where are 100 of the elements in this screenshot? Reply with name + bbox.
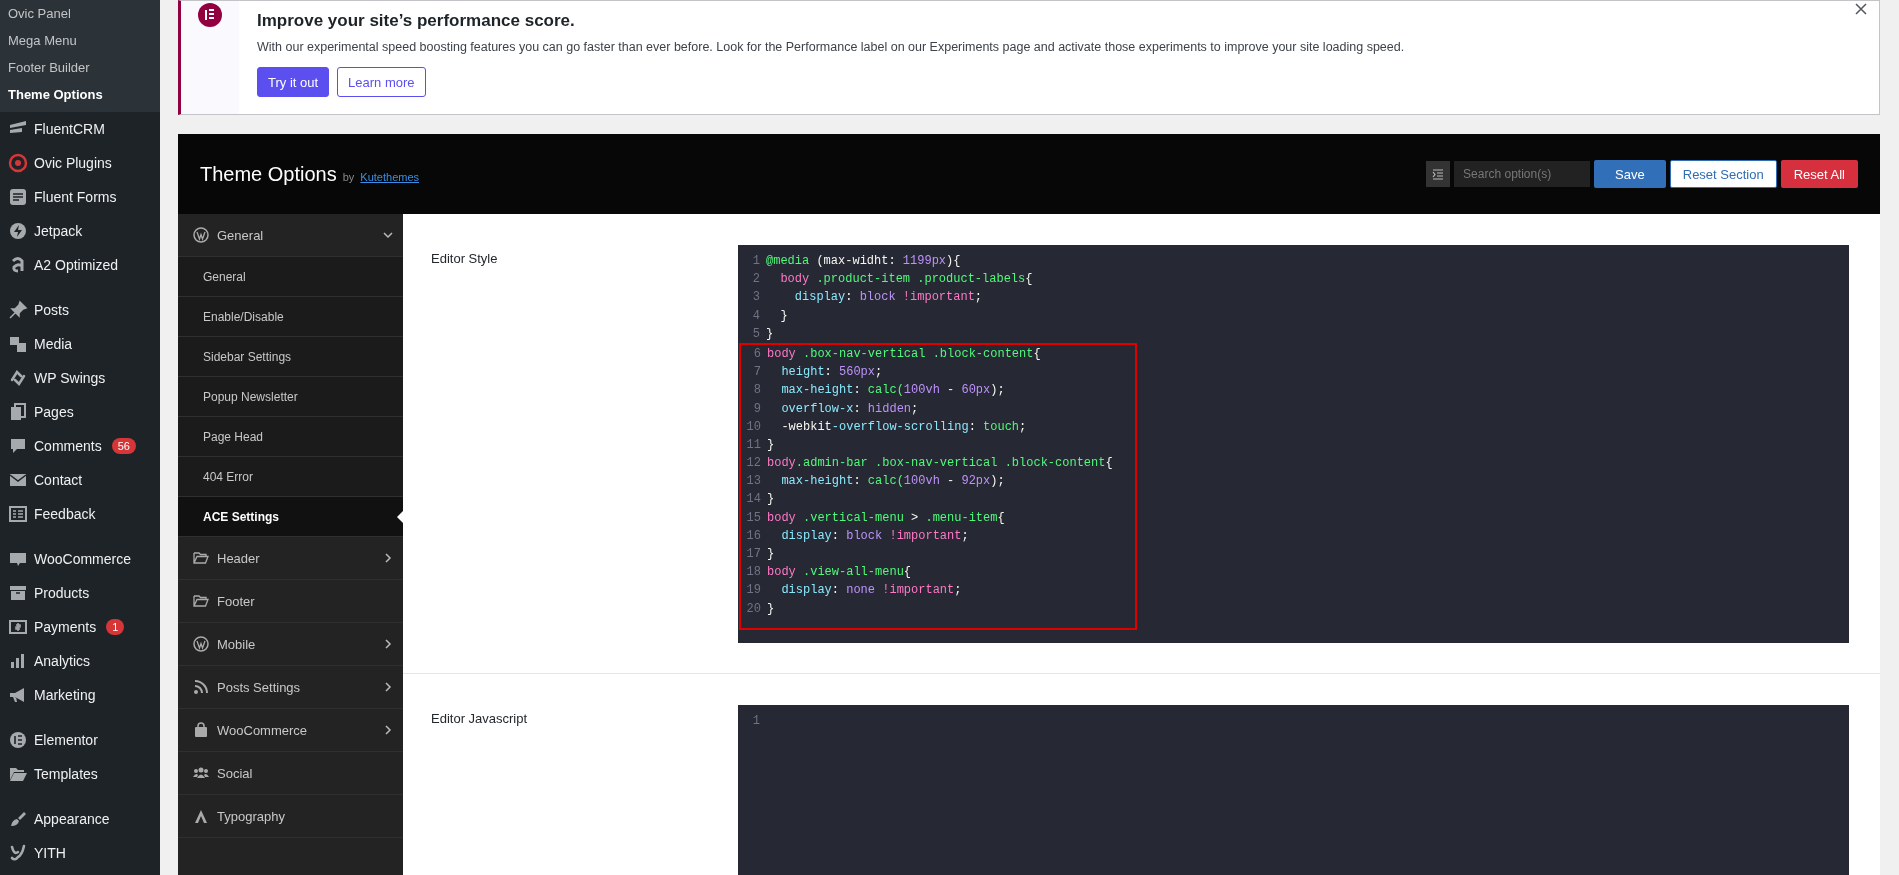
code-line: overflow-x: hidden; [780,400,919,418]
brush-icon [8,809,28,829]
code-line: } [767,546,775,563]
menu-item[interactable]: A2 Optimized [0,248,160,282]
menu-item[interactable]: Analytics [0,644,160,678]
menu-item[interactable]: Jetpack [0,214,160,248]
options-item[interactable]: Page Head [178,417,403,457]
byline: by [342,170,355,183]
menu-item[interactable]: Elementor [0,723,160,757]
archive-icon [8,583,28,603]
line-number: 11 [745,436,761,454]
menu-item[interactable]: Comments 56 [0,429,160,463]
reset-section-button[interactable]: Reset Section [1669,160,1777,188]
line-number: 5 [751,325,760,343]
menu-item[interactable]: YITH [0,836,160,870]
line-number: 7 [752,364,761,382]
line-number: 1 [751,253,760,270]
pin-icon [8,300,28,320]
pages-icon [8,402,28,422]
menu-item[interactable]: WP Swings [0,361,160,395]
menu-item[interactable]: Ovic Plugins [0,146,160,180]
target-icon [8,153,28,173]
menu-item[interactable]: Media [0,327,160,361]
author-link[interactable]: Kutethemes [360,170,420,183]
line-number: 20 [745,600,761,618]
folder-icon [193,550,209,566]
circle-logo-icon [193,227,209,243]
menu-item[interactable]: Payments 1 [0,610,160,644]
menu-item[interactable]: Fluent Forms [0,180,160,214]
form-icon [8,187,28,207]
code-line: display: block !important; [780,527,969,545]
line-number: 8 [752,382,761,400]
submenu-item[interactable]: Mega Menu [0,27,160,54]
options-item[interactable]: 404 Error [178,457,403,497]
bolt-icon [8,221,28,241]
field-label: Editor Javascript [431,710,529,728]
indent-icon [1432,168,1445,180]
code-line: body .product-item .product-labels{ [779,271,1033,289]
try-button[interactable]: Try it out [257,67,330,97]
menu-item[interactable]: WooCommerce [0,542,160,576]
list-icon [8,504,28,524]
code-line: @media (max-widht: 1199px){ [766,253,961,270]
options-item[interactable]: ACE Settings [178,497,403,537]
circle-logo-icon [193,636,209,652]
code-line: max-height: calc(100vh - 60px); [780,382,1005,400]
people-icon [193,765,209,781]
menu-item[interactable]: Posts [0,293,160,327]
code-line: } [767,436,775,454]
line-number: 15 [745,509,761,527]
code-line: body .vertical-menu > .menu-item{ [767,509,1005,527]
menu-item[interactable]: FluentCRM [0,112,160,146]
line-number: 2 [751,271,760,289]
notice-text: With our experimental speed boosting features you can go faster than ever before. Look for the Performance label on our Experiments page and activate those experiments to improve your site loading speed. [257,40,1405,54]
submenu-item[interactable]: Theme Options [0,81,160,108]
bag-icon [193,722,209,738]
page-title: Theme Options [200,162,337,186]
line-number: 18 [745,564,761,582]
media-icon [8,334,28,354]
menu-item[interactable]: Feedback [0,497,160,531]
code-editor[interactable] [738,245,1849,643]
expand-button[interactable] [1426,161,1451,187]
menu-item[interactable]: Products [0,576,160,610]
line-number: 17 [745,546,761,563]
line-number: 13 [745,473,761,491]
close-icon [1855,3,1867,15]
menu-item[interactable]: Marketing [0,678,160,712]
line-number: 19 [745,582,761,600]
menu-item[interactable]: Appearance [0,802,160,836]
search-field[interactable]: Search option(s) [1454,161,1591,187]
code-line: body.admin-bar .box-nav-vertical .block-content{ [767,455,1113,473]
line-number: 1 [751,713,760,730]
save-button[interactable]: Save [1594,160,1666,188]
triangle-icon [193,808,209,824]
learn-more-button[interactable]: Learn more [337,67,426,97]
line-number: 3 [751,289,760,307]
line-number: 4 [751,307,760,325]
menu-item[interactable]: Templates [0,757,160,791]
field-label: Editor Style [431,250,499,268]
circle-icon [8,730,28,750]
comment-icon [8,436,28,456]
options-item[interactable]: Popup Newsletter [178,377,403,417]
options-item[interactable]: Enable/Disable [178,297,403,337]
reset-all-button[interactable]: Reset All [1780,160,1858,188]
count-badge: 56 [111,438,136,454]
line-number: 10 [745,418,761,436]
line-number: 14 [745,491,761,509]
card-icon [8,617,28,637]
line-number: 12 [745,455,761,473]
submenu-item[interactable]: Footer Builder [0,54,160,81]
menu-item[interactable]: Contact [0,463,160,497]
options-item[interactable]: Sidebar Settings [178,337,403,377]
rss-icon [193,679,209,695]
count-badge: 1 [106,619,125,635]
menu-item[interactable]: Pages [0,395,160,429]
options-section[interactable]: WooCommerce [178,709,403,752]
code-line: height: 560px; [780,364,883,382]
options-item[interactable]: General [178,257,403,297]
submenu-item[interactable]: Ovic Panel [0,0,160,27]
code-line: body .view-all-menu{ [767,564,912,582]
notice-title: Improve your site’s performance score. [257,11,576,31]
